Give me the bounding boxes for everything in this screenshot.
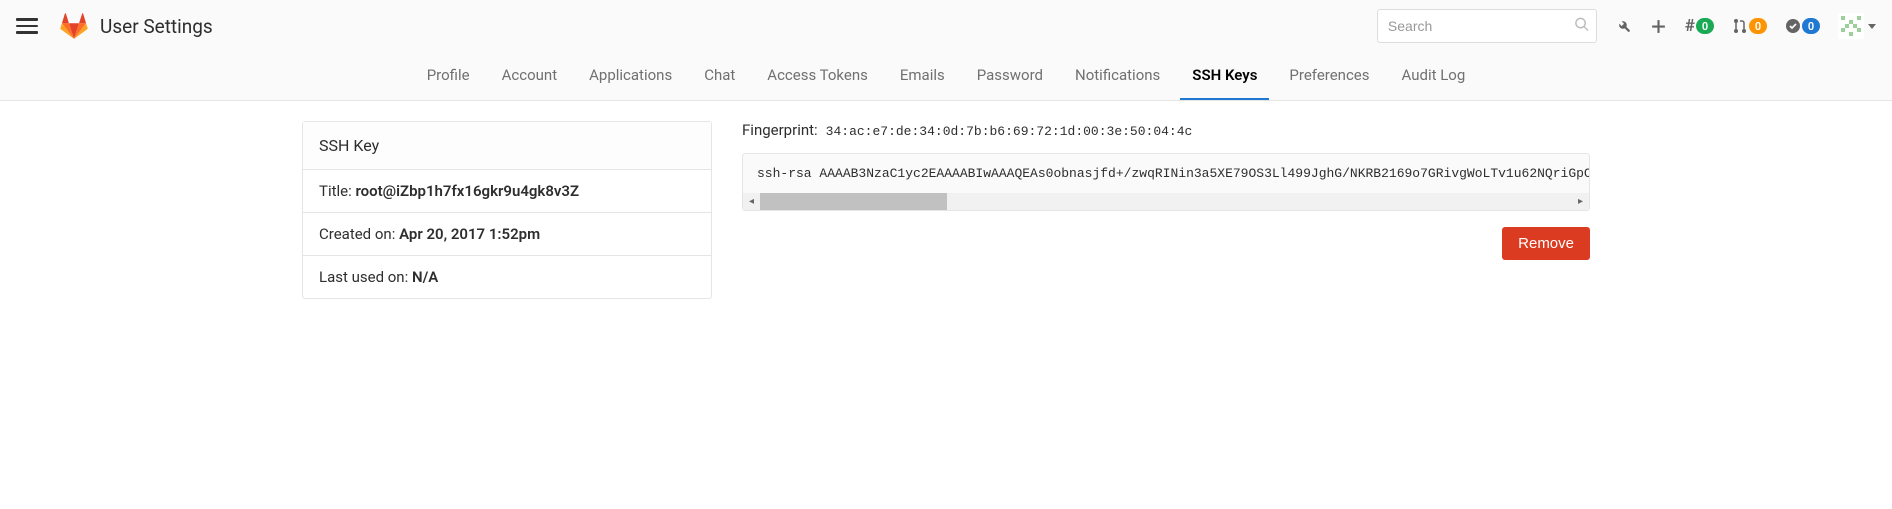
- lastused-value: N/A: [412, 268, 438, 286]
- plus-icon[interactable]: [1650, 18, 1667, 35]
- todos-count: 0: [1802, 18, 1820, 34]
- tab-ssh-keys[interactable]: SSH Keys: [1180, 52, 1269, 100]
- title-label: Title:: [319, 182, 355, 200]
- user-menu[interactable]: [1838, 13, 1876, 39]
- tab-notifications[interactable]: Notifications: [1063, 52, 1172, 100]
- hash-icon: #: [1685, 16, 1695, 36]
- tab-emails[interactable]: Emails: [888, 52, 957, 100]
- wrench-icon[interactable]: [1615, 18, 1632, 35]
- tab-applications[interactable]: Applications: [577, 52, 684, 100]
- settings-tabs: ProfileAccountApplicationsChatAccess Tok…: [0, 52, 1892, 100]
- tab-audit-log[interactable]: Audit Log: [1390, 52, 1478, 100]
- tab-chat[interactable]: Chat: [692, 52, 747, 100]
- search-input[interactable]: [1377, 9, 1597, 43]
- public-key-text[interactable]: ssh-rsa AAAAB3NzaC1yc2EAAAABIwAAAQEAs0ob…: [743, 154, 1589, 193]
- scroll-track[interactable]: [760, 193, 1572, 210]
- scroll-right-arrow[interactable]: ▸: [1572, 193, 1589, 210]
- issues-count: 0: [1696, 18, 1714, 34]
- hamburger-menu[interactable]: [16, 10, 38, 42]
- created-value: Apr 20, 2017 1:52pm: [399, 225, 540, 243]
- public-key-box: ssh-rsa AAAAB3NzaC1yc2EAAAABIwAAAQEAs0ob…: [742, 153, 1590, 211]
- mrs-count: 0: [1749, 18, 1767, 34]
- gitlab-logo[interactable]: [60, 12, 88, 40]
- tab-account[interactable]: Account: [490, 52, 570, 100]
- key-lastused-row: Last used on: N/A: [303, 256, 711, 298]
- scroll-thumb[interactable]: [760, 193, 947, 210]
- created-label: Created on:: [319, 225, 399, 243]
- remove-button[interactable]: Remove: [1502, 227, 1590, 260]
- tab-preferences[interactable]: Preferences: [1277, 52, 1381, 100]
- check-circle-icon: [1785, 18, 1801, 34]
- page-title: User Settings: [100, 15, 213, 38]
- tab-access-tokens[interactable]: Access Tokens: [755, 52, 880, 100]
- fingerprint-label: Fingerprint:: [742, 121, 818, 139]
- lastused-label: Last used on:: [319, 268, 412, 286]
- search-icon: [1574, 17, 1589, 36]
- avatar: [1838, 13, 1864, 39]
- tab-profile[interactable]: Profile: [415, 52, 482, 100]
- title-value: root@iZbp1h7fx16gkr9u4gk8v3Z: [355, 182, 579, 200]
- todos-badge[interactable]: 0: [1785, 18, 1820, 34]
- fingerprint-value: 34:ac:e7:de:34:0d:7b:b6:69:72:1d:00:3e:5…: [826, 124, 1193, 139]
- key-title-row: Title: root@iZbp1h7fx16gkr9u4gk8v3Z: [303, 170, 711, 213]
- scroll-left-arrow[interactable]: ◂: [743, 193, 760, 210]
- fingerprint-row: Fingerprint: 34:ac:e7:de:34:0d:7b:b6:69:…: [742, 121, 1590, 139]
- key-created-row: Created on: Apr 20, 2017 1:52pm: [303, 213, 711, 256]
- chevron-down-icon: [1868, 24, 1876, 29]
- merge-request-icon: [1732, 18, 1748, 34]
- issues-badge[interactable]: # 0: [1685, 16, 1714, 36]
- merge-requests-badge[interactable]: 0: [1732, 18, 1767, 34]
- horizontal-scrollbar[interactable]: ◂ ▸: [743, 193, 1589, 210]
- panel-header: SSH Key: [303, 122, 711, 170]
- tab-password[interactable]: Password: [965, 52, 1055, 100]
- ssh-key-panel: SSH Key Title: root@iZbp1h7fx16gkr9u4gk8…: [302, 121, 712, 299]
